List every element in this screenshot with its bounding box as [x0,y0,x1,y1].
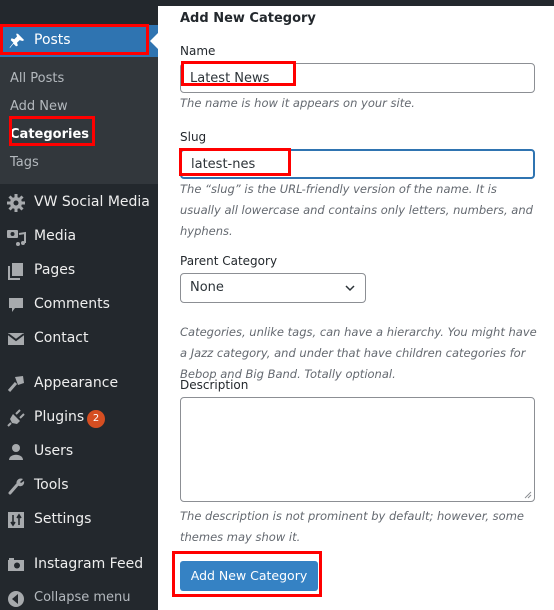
form-title: Add New Category [180,11,316,26]
sidebar-item-appearance[interactable]: Appearance [0,366,158,400]
wrench-icon [8,478,25,495]
sidebar-item-vw-social-media[interactable]: VW Social Media [0,185,158,219]
sidebar-item-instagram-feed[interactable]: Instagram Feed [0,547,158,581]
gear-icon [7,194,25,212]
name-help-text: The name is how it appears on your site. [180,96,415,110]
sidebar-item-settings[interactable]: Settings [0,502,158,536]
sidebar-item-pages[interactable]: Pages [0,253,158,287]
camera-icon [8,558,24,571]
name-label: Name [180,44,216,58]
sidebar-item-label: Plugins [34,409,85,425]
pages-icon [8,263,23,280]
sidebar-item-label: Comments [34,296,110,312]
collapse-menu-button[interactable]: Collapse menu [0,581,158,610]
submenu-tags[interactable]: Tags [10,155,39,170]
slug-help-text: The “slug” is the URL-friendly version o… [180,182,533,238]
sidebar-item-tools[interactable]: Tools [0,468,158,502]
collapse-arrow-icon [8,591,24,607]
settings-icon [8,512,24,528]
sidebar-item-label: Settings [34,511,92,527]
sidebar-item-posts[interactable]: Posts [0,25,158,57]
description-help-text: The description is not prominent by defa… [180,509,524,544]
sidebar-item-label: Media [34,228,77,244]
submenu-add-new[interactable]: Add New [10,99,68,114]
admin-sidebar: Posts All Posts Add New Categories Tags … [0,0,158,610]
description-label: Description [180,378,249,392]
resize-handle-icon[interactable] [524,491,532,499]
sidebar-item-label: Contact [34,330,89,346]
sidebar-item-plugins[interactable]: Plugins 2 [0,400,158,434]
slug-input[interactable] [180,149,535,179]
media-icon [7,230,26,246]
comment-icon [9,298,23,312]
slug-label: Slug [180,130,207,144]
sidebar-item-media[interactable]: Media [0,219,158,253]
sidebar-item-label: Posts [34,32,71,48]
plug-icon [7,409,25,427]
paintbrush-icon [7,376,24,392]
sidebar-item-label: Appearance [34,375,119,391]
chevron-down-icon [345,285,355,292]
name-input[interactable] [180,63,535,93]
description-textarea[interactable] [180,397,535,502]
pin-icon [9,33,25,49]
parent-category-label: Parent Category [180,254,278,268]
sidebar-item-comments[interactable]: Comments [0,287,158,321]
submenu-all-posts[interactable]: All Posts [10,71,64,86]
sidebar-item-contact[interactable]: Contact [0,321,158,355]
parent-category-select[interactable]: None [180,273,366,303]
update-count-badge: 2 [87,410,105,428]
parent-category-help-text: Categories, unlike tags, can have a hier… [180,325,537,381]
sidebar-item-label: Instagram Feed [34,556,144,572]
sidebar-item-label: Users [34,443,74,459]
add-new-category-button[interactable]: Add New Category [180,561,318,591]
add-category-form: Add New Category Name The name is how it… [158,6,554,610]
sidebar-item-label: Tools [34,477,69,493]
posts-submenu: All Posts Add New Categories Tags [0,57,158,184]
submenu-categories[interactable]: Categories [10,127,89,142]
parent-category-selected: None [190,280,224,295]
sidebar-item-label: VW Social Media [34,194,150,210]
current-menu-pointer [150,33,158,49]
collapse-menu-label: Collapse menu [34,590,131,605]
sidebar-item-label: Pages [34,262,76,278]
envelope-icon [7,333,25,345]
user-icon [9,444,23,460]
sidebar-item-users[interactable]: Users [0,434,158,468]
